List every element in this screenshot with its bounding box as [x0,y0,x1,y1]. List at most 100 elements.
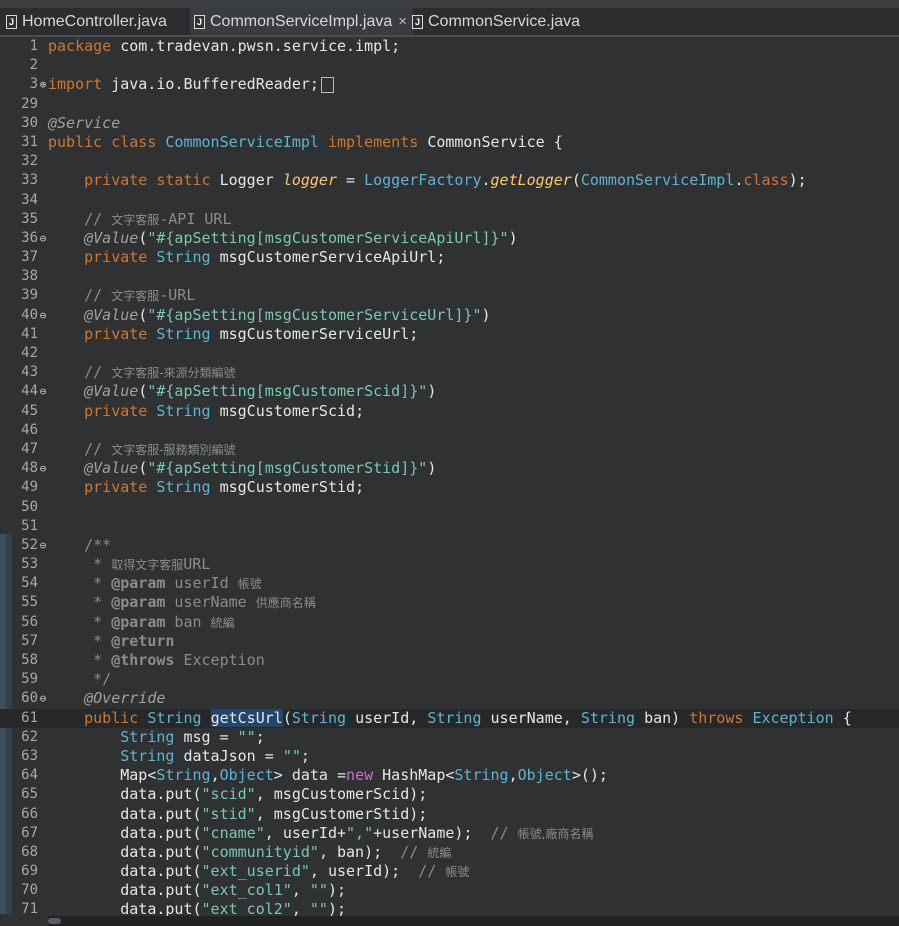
code-line[interactable]: 3 ⊕ import java.io.BufferedReader; [0,75,899,94]
scroll-thumb[interactable] [48,918,61,924]
fold-toggle-icon[interactable]: ⊖ [38,689,48,708]
code-token: "stid" [201,804,256,823]
line-number: 37 [21,249,38,266]
code-line[interactable]: 45 private String msgCustomerScid; [0,402,899,421]
code-token: "," [346,823,374,842]
code-token: * [93,651,112,669]
code-line[interactable]: 65 data.put("scid", msgCustomerScid); [0,785,899,804]
code-line[interactable]: 46 [0,421,899,440]
code-line[interactable]: 35 // 文字客服-API URL [0,210,899,229]
code-text: * @return [48,632,174,651]
code-line[interactable]: 2 [0,56,899,75]
horizontal-scrollbar[interactable] [48,916,899,926]
code-line[interactable]: 38 [0,267,899,286]
code-line[interactable]: 52 ⊖ /** [0,536,899,555]
code-token: String [156,401,211,420]
code-line[interactable]: 1 package com.tradevan.pwsn.service.impl; [0,37,899,56]
code-line[interactable]: 54 * @param userId 帳號 [0,574,899,593]
code-token: 帳號 [237,577,262,592]
code-line[interactable]: 40 ⊖ @Value("#{apSetting[msgCustomerServi… [0,306,899,325]
collapsed-imports-icon[interactable] [320,76,334,93]
code-line[interactable]: 63 String dataJson = ""; [0,747,899,766]
code-token: userId [165,574,238,593]
code-token: URL [183,555,211,574]
code-line[interactable]: 67 data.put("cname", userId+","+userName… [0,824,899,843]
code-line[interactable]: 33 private static Logger logger = Logger… [0,171,899,190]
code-token: private [84,478,148,497]
fold-toggle-icon[interactable]: ⊖ [38,229,48,248]
code-line[interactable]: 51 [0,517,899,536]
code-text: package com.tradevan.pwsn.service.impl; [48,37,400,56]
code-line[interactable]: 49 private String msgCustomerStid; [0,478,899,497]
code-token: ); [409,804,428,823]
code-token: userName [165,593,256,612]
code-line[interactable]: 34 [0,191,899,210]
code-line[interactable]: 58 * @throws Exception [0,651,899,670]
code-line[interactable]: 39 // 文字客服-URL [0,286,899,305]
code-token: .put( [156,823,202,842]
line-number: 45 [21,402,38,419]
code-line[interactable]: 36 ⊖ @Value("#{apSetting[msgCustomerServi… [0,229,899,248]
code-token: ) [427,459,437,478]
close-icon[interactable]: × [398,13,407,30]
code-line[interactable]: 59 */ [0,670,899,689]
code-text: * @param ban 統編 [48,612,234,633]
tab-homecontroller[interactable]: J HomeController.java [6,8,167,35]
code-text: data.put("ext_userid", userId); // 帳號 [48,862,469,882]
code-token: ( [138,459,148,478]
code-line[interactable]: 31 public class CommonServiceImpl impleme… [0,133,899,152]
code-line[interactable]: 62 String msg = ""; [0,728,899,747]
code-line[interactable]: 37 private String msgCustomerServiceApiU… [0,248,899,267]
fold-toggle-icon[interactable]: ⊕ [38,75,48,94]
fold-toggle-icon[interactable]: ⊖ [38,382,48,401]
code-line[interactable]: 43 // 文字客服-來源分類編號 [0,363,899,382]
code-line[interactable]: 42 [0,344,899,363]
code-line[interactable]: 64 Map<String,Object> data =new HashMap<… [0,766,899,785]
code-token: ); [364,842,401,861]
code-token: @param [111,612,166,631]
line-number: 62 [21,728,38,745]
code-text: data.put("stid", msgCustomerStid); [48,805,427,824]
code-line[interactable]: 57 * @return [0,632,899,651]
code-token: CommonService [427,132,545,151]
code-token: Object [219,766,274,785]
code-line[interactable]: 29 [0,95,899,114]
line-number: 59 [21,671,38,688]
code-line[interactable]: 60 ⊖ @Override [0,689,899,708]
code-line[interactable]: 30 @Service [0,114,899,133]
code-token: @throws [111,651,175,669]
code-line[interactable]: 50 [0,498,899,517]
code-token: , [264,823,283,842]
code-token: userName [490,708,563,727]
code-line[interactable]: 69 data.put("ext_userid", userId); // 帳號 [0,862,899,881]
tab-label: CommonService.java [428,12,581,30]
code-line[interactable]: 70 data.put("ext_col1", ""); [0,881,899,900]
code-token: LoggerFactory [364,171,482,190]
code-token: ban [644,708,672,727]
code-line[interactable]: 53 * 取得文字客服URL [0,555,899,574]
code-line[interactable]: 48 ⊖ @Value("#{apSetting[msgCustomerStid]… [0,459,899,478]
tab-commonservice[interactable]: J CommonService.java [412,8,580,35]
code-token: // [84,286,112,305]
fold-toggle-icon[interactable]: ⊖ [38,536,48,555]
code-line[interactable]: 47 // 文字客服-服務類別編號 [0,440,899,459]
code-token: ) [427,382,437,401]
code-line[interactable]: 41 private String msgCustomerServiceUrl; [0,325,899,344]
code-line[interactable]: 61 public String getCsUrl(String userId,… [0,708,899,728]
code-line[interactable]: 32 [0,152,899,171]
code-line[interactable]: 66 data.put("stid", msgCustomerStid); [0,805,899,824]
code-line[interactable]: 44 ⊖ @Value("#{apSetting[msgCustomerScid]… [0,382,899,401]
code-line[interactable]: 56 * @param ban 統編 [0,613,899,632]
fold-toggle-icon[interactable]: ⊖ [38,459,48,478]
code-editor[interactable]: 1 package com.tradevan.pwsn.service.impl;… [0,37,899,926]
code-line[interactable]: 68 data.put("communityid", ban); // 統編 [0,843,899,862]
code-line[interactable]: 55 * @param userName 供應商名稱 [0,593,899,612]
tab-commonserviceimpl[interactable]: J CommonServiceImpl.java × [190,8,414,35]
fold-toggle-icon[interactable]: ⊖ [38,306,48,325]
